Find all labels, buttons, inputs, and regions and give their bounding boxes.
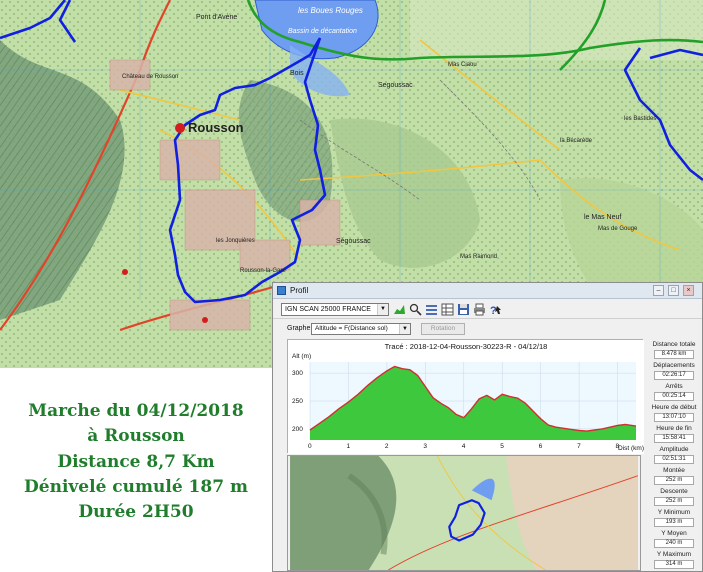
graphe-select[interactable]: Altitude = F(Distance sol) ▼	[311, 323, 411, 335]
y-axis-label: Alt (m)	[292, 353, 311, 360]
map-label-les-jonquieres: les Jonquières	[216, 238, 255, 244]
minimize-icon[interactable]: –	[653, 285, 664, 296]
map-label-rousson-gare: Rousson-la-Gare	[240, 268, 286, 274]
stat-label: Arrêts	[665, 383, 683, 390]
stats-panel: Distance totale 8.478 km Déplacements 02:26…	[648, 339, 700, 571]
save-icon[interactable]	[457, 303, 470, 316]
map-label-mas-gouge: Mas de Gouge	[598, 226, 638, 232]
x-tick-label: 1	[346, 443, 350, 450]
app-icon	[277, 286, 286, 295]
map-label-mas-neuf: le Mas Neuf	[584, 214, 622, 221]
print-icon[interactable]	[473, 303, 486, 316]
map-label-les-bastides: les Bastides	[624, 116, 657, 122]
x-tick-label: 4	[462, 443, 466, 450]
stat-label: Déplacements	[653, 362, 695, 369]
x-tick-label: 6	[539, 443, 543, 450]
route-info-panel: Marche du 04/12/2018 à Rousson Distance …	[0, 368, 272, 572]
screenshot-canvas: les Boues Rouges Bassin de décantation P…	[0, 0, 703, 572]
map-layer-select-value: IGN SCAN 25000 FRANCE	[285, 306, 371, 313]
graphe-select-value: Altitude = F(Distance sol)	[315, 325, 388, 332]
stat-value: 13:07:10	[654, 413, 694, 422]
stat-label: Descente	[660, 488, 688, 495]
window-title: Profil	[290, 286, 309, 295]
stat-label: Heure de début	[651, 404, 697, 411]
route-elevation-gain: Dénivelé cumulé 187 m	[24, 477, 248, 497]
chevron-down-icon[interactable]: ▼	[399, 324, 410, 334]
stat-value: 8.478 km	[654, 350, 694, 359]
y-tick-label: 200	[292, 426, 303, 433]
map-label-pont-avene: Pont d'Avène	[196, 14, 238, 21]
x-tick-label: 5	[500, 443, 504, 450]
map-layer-select[interactable]: IGN SCAN 25000 FRANCE ▼	[281, 303, 389, 316]
stat-label: Heure de fin	[656, 425, 692, 432]
stat-value: 193 m	[654, 518, 694, 527]
rotation-button[interactable]: Rotation	[421, 323, 465, 335]
elevation-profile-chart: 012345678 200 250 300 Alt (m) Dist (km) Tr…	[287, 339, 644, 454]
route-duration: Durée 2H50	[78, 502, 194, 522]
chevron-down-icon[interactable]: ▼	[377, 304, 388, 315]
stat-value: 252 m	[654, 476, 694, 485]
y-tick-label: 250	[292, 398, 303, 405]
close-icon[interactable]: ×	[683, 285, 694, 296]
map-label-bassin: Bassin de décantation	[288, 28, 357, 35]
stat-value: 02:26:17	[654, 371, 694, 380]
window-title-bar[interactable]: Profil – □ ×	[273, 283, 702, 299]
elevation-chart-svg: 012345678 200250300 Alt (m) Dist (km)	[288, 340, 644, 454]
toolbar: IGN SCAN 25000 FRANCE ▼ ?	[273, 300, 702, 319]
profil-window: Profil – □ × IGN SCAN 25000 FRANCE ▼ ? G…	[272, 282, 703, 572]
stat-label: Y Minimum	[657, 509, 691, 516]
graphe-row: Graphe Altitude = F(Distance sol) ▼ Rota…	[273, 320, 702, 338]
stat-value: 240 m	[654, 539, 694, 548]
stat-label: Montée	[663, 467, 685, 474]
map-label-bois: Bois	[290, 70, 304, 77]
chart-icon[interactable]	[393, 303, 406, 316]
help-icon[interactable]: ?	[489, 303, 502, 316]
x-tick-label: 3	[423, 443, 427, 450]
x-tick-label: 7	[577, 443, 581, 450]
stat-value: 02:51:31	[654, 455, 694, 464]
list-icon[interactable]	[425, 303, 438, 316]
graphe-label: Graphe	[287, 325, 311, 332]
stat-value: 15:58:41	[654, 434, 694, 443]
chart-title: Tracé : 2018-12-04-Rousson-30223-R - 04/…	[384, 342, 548, 351]
route-title: Marche du 04/12/2018	[28, 401, 244, 421]
map-label-segoussac-south: Ségoussac	[336, 238, 371, 245]
x-axis-label: Dist (km)	[618, 445, 644, 452]
stat-value: 314 m	[654, 560, 694, 569]
route-minimap[interactable]	[287, 455, 641, 571]
map-label-rousson: Rousson	[188, 120, 244, 135]
maximize-icon[interactable]: □	[668, 285, 679, 296]
route-distance: Distance 8,7 Km	[57, 452, 215, 472]
x-tick-label: 2	[385, 443, 389, 450]
y-tick-label: 300	[292, 370, 303, 377]
map-label-mas-ciaou: Mas Ciaou	[448, 62, 477, 68]
route-location: à Rousson	[87, 426, 185, 446]
stat-label: Distance totale	[652, 341, 696, 348]
stat-label: Y Moyen	[661, 530, 687, 537]
grid-icon[interactable]	[441, 303, 454, 316]
map-label-segoussac-north: Segoussac	[378, 82, 413, 89]
stat-value: 252 m	[654, 497, 694, 506]
x-tick-label: 0	[308, 443, 312, 450]
stat-label: Y Maximum	[656, 551, 692, 558]
map-label-chateau: Château de Rousson	[122, 74, 179, 80]
stat-value: 00:25:14	[654, 392, 694, 401]
map-label-mas-raimond: Mas Raimond	[460, 254, 498, 260]
map-label-becarede: la Bécarède	[560, 138, 593, 144]
map-label-boues-rouges: les Boues Rouges	[298, 6, 363, 15]
stat-label: Amplitude	[659, 446, 689, 453]
zoom-icon[interactable]	[409, 303, 422, 316]
